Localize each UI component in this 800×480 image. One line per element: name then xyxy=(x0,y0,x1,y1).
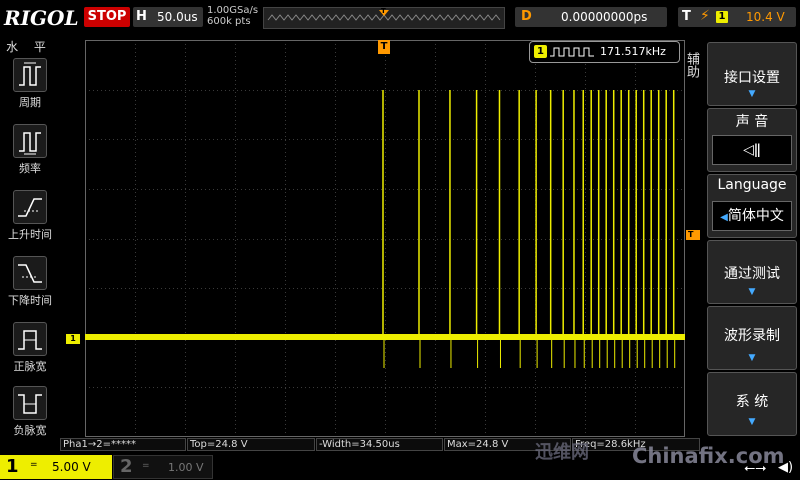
memory-depth: 600k pts xyxy=(207,16,251,27)
counter-value: 171.517kHz xyxy=(600,45,666,58)
interface-settings-button[interactable]: 接口设置 ▼ xyxy=(707,42,797,106)
ch1-baseline xyxy=(85,334,685,340)
delay-label: D xyxy=(521,9,532,24)
trigger-position-marker[interactable]: T xyxy=(378,40,390,54)
select-arrow-icon: ◀ xyxy=(720,212,728,223)
measure-period-button[interactable]: 周期 xyxy=(8,58,52,110)
menu-label: 上升时间 xyxy=(8,228,52,241)
trigger-source-badge: 1 xyxy=(716,11,728,23)
speaker-mute-icon: ◁ǁ xyxy=(712,135,792,165)
trigger-label: T xyxy=(682,9,691,24)
menu-label: 下降时间 xyxy=(8,294,52,307)
graticule-border xyxy=(85,40,685,437)
menu-label: 周期 xyxy=(19,96,41,109)
ch1-waveform xyxy=(382,90,676,368)
language-value-text: 简体中文 xyxy=(727,208,784,224)
negative-width-icon xyxy=(13,386,47,420)
sound-button[interactable]: 声 音 ◁ǁ xyxy=(707,108,797,172)
speaker-icon: ◀) xyxy=(778,460,794,475)
submenu-arrow-icon: ▼ xyxy=(748,89,756,99)
waveform-display[interactable] xyxy=(85,40,685,437)
measurement-neg-width[interactable]: -Width=34.50us xyxy=(316,438,443,451)
measure-negative-width-button[interactable]: 负脉宽 xyxy=(8,386,52,438)
delay-display[interactable]: D 0.00000000ps xyxy=(515,7,667,27)
language-value: ◀简体中文 xyxy=(712,201,792,231)
submenu-arrow-icon: ▼ xyxy=(748,287,756,297)
ch1-scale: 5.00 V xyxy=(52,460,91,474)
timebase-display[interactable]: H 50.0us xyxy=(133,7,203,27)
measure-rise-time-button[interactable]: 上升时间 xyxy=(8,190,52,242)
period-icon xyxy=(13,58,47,92)
rise-time-icon xyxy=(13,190,47,224)
trigger-display[interactable]: T ⚡ 1 10.4 V xyxy=(678,7,796,27)
measurement-phase[interactable]: Pha1→2=***** xyxy=(60,438,186,451)
measure-frequency-button[interactable]: 频率 xyxy=(8,124,52,176)
trigger-level: 10.4 V xyxy=(746,10,785,24)
status-bar: RIGOL STOP H 50.0us 1.00GSa/s 600k pts T… xyxy=(0,0,800,36)
utility-menu: 接口设置 ▼ 声 音 ◁ǁ Language ◀简体中文 通过测试 ▼ 波形录制… xyxy=(705,36,800,438)
pass-fail-button[interactable]: 通过测试 ▼ xyxy=(707,240,797,304)
delay-value: 0.00000000ps xyxy=(561,10,648,24)
menu-label: 负脉宽 xyxy=(13,424,47,437)
ch1-coupling: = xyxy=(30,460,38,470)
memory-position-bar[interactable]: T xyxy=(263,7,505,29)
measure-positive-width-button[interactable]: 正脉宽 xyxy=(8,322,52,374)
timebase-label: H xyxy=(136,9,147,24)
measurement-bar: Pha1→2=***** Top=24.8 V -Width=34.50us M… xyxy=(60,438,700,452)
menu-button-label: 声 音 xyxy=(735,114,769,130)
menu-button-label: 波形录制 xyxy=(724,328,780,344)
memory-trigger-marker: T xyxy=(381,7,386,15)
horizontal-menu-title: 水 平 xyxy=(6,40,52,54)
counter-channel-badge: 1 xyxy=(534,45,547,58)
ch1-offset-marker[interactable]: 1 xyxy=(66,334,80,344)
menu-button-label: Language xyxy=(717,177,787,193)
language-button[interactable]: Language ◀简体中文 xyxy=(707,174,797,238)
system-button[interactable]: 系 统 ▼ xyxy=(707,372,797,436)
ch2-settings[interactable]: 2 = 1.00 V xyxy=(113,455,213,479)
ch1-settings[interactable]: 1 = 5.00 V xyxy=(0,455,112,479)
measure-fall-time-button[interactable]: 下降时间 xyxy=(8,256,52,308)
ch2-coupling: = xyxy=(142,461,150,471)
positive-width-icon xyxy=(13,322,47,356)
menu-button-label: 接口设置 xyxy=(724,70,780,86)
square-wave-icon xyxy=(550,47,594,57)
trigger-level-marker[interactable]: T xyxy=(686,230,700,240)
menu-button-label: 系 统 xyxy=(735,394,769,410)
ch2-scale: 1.00 V xyxy=(168,461,204,474)
submenu-arrow-icon: ▼ xyxy=(748,353,756,363)
sample-rate: 1.00GSa/s xyxy=(207,5,259,16)
frequency-counter: 1 171.517kHz xyxy=(529,41,680,63)
menu-label: 正脉宽 xyxy=(13,360,47,373)
frequency-icon xyxy=(13,124,47,158)
run-stop-button[interactable]: STOP xyxy=(84,7,130,27)
menu-label: 频率 xyxy=(19,162,41,175)
brand-logo: RIGOL xyxy=(4,6,79,30)
timebase-value: 50.0us xyxy=(157,10,198,24)
watermark-cn: 迅维网 xyxy=(535,442,589,463)
utility-menu-title: 辅助 xyxy=(684,52,699,78)
measurement-top[interactable]: Top=24.8 V xyxy=(187,438,315,451)
fall-time-icon xyxy=(13,256,47,290)
ch1-number: 1 xyxy=(6,456,19,477)
acquisition-info: 1.00GSa/s 600k pts xyxy=(207,5,258,27)
waveform-record-button[interactable]: 波形录制 ▼ xyxy=(707,306,797,370)
usb-icon: ⭠⭢ xyxy=(744,460,767,476)
ch2-number: 2 xyxy=(120,456,133,477)
submenu-arrow-icon: ▼ xyxy=(748,417,756,427)
rising-edge-icon: ⚡ xyxy=(700,8,710,24)
graticule xyxy=(85,40,685,437)
menu-button-label: 通过测试 xyxy=(724,266,780,282)
